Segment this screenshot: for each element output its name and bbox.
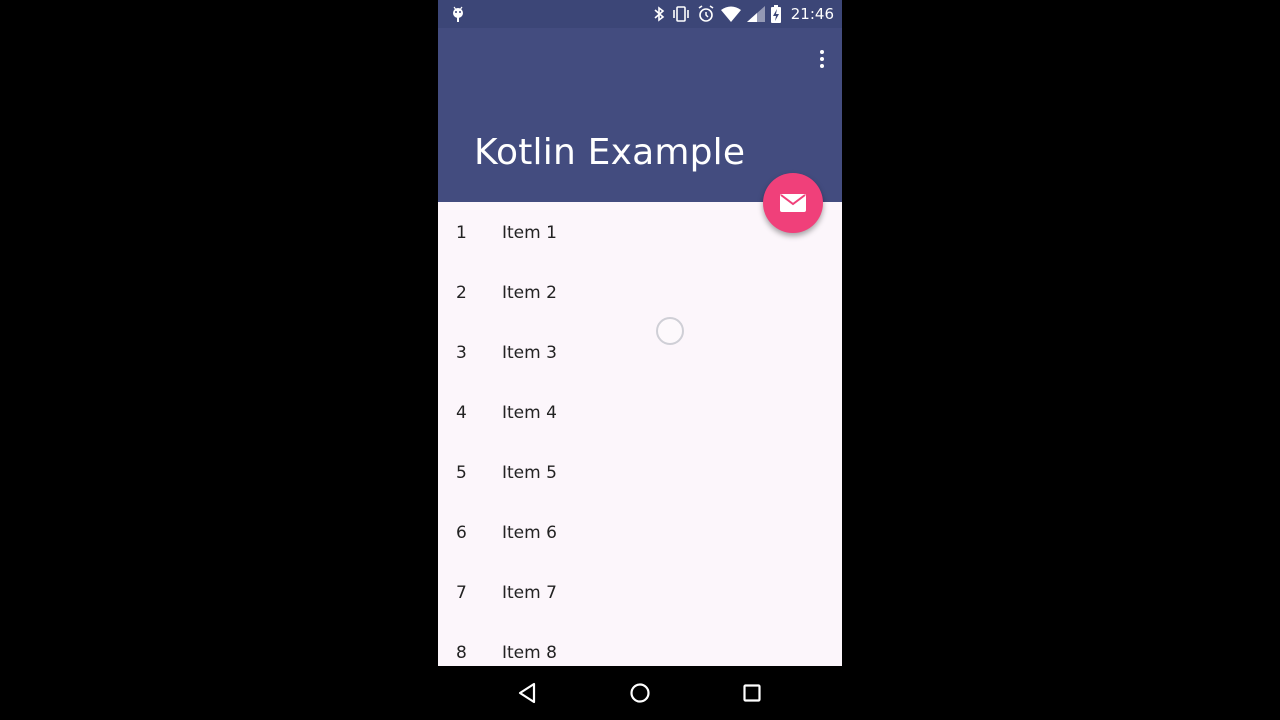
list-item[interactable]: 8 Item 8 [438, 622, 842, 666]
list-item-number: 7 [456, 583, 467, 603]
recents-button[interactable] [739, 680, 765, 706]
home-icon [630, 683, 650, 703]
recents-icon [743, 684, 761, 702]
list-item-label: Item 2 [502, 283, 557, 303]
list-item-number: 8 [456, 643, 467, 663]
vibrate-icon [672, 6, 689, 22]
list-item[interactable]: 6 Item 6 [438, 502, 842, 562]
list-item[interactable]: 3 Item 3 [438, 322, 842, 382]
alarm-icon [698, 5, 714, 22]
status-icons: 21:46 [653, 0, 834, 28]
email-icon [780, 194, 806, 212]
list-item[interactable]: 2 Item 2 [438, 262, 842, 322]
list-item[interactable]: 4 Item 4 [438, 382, 842, 442]
email-fab-button[interactable] [763, 173, 823, 233]
list-item-number: 1 [456, 223, 467, 243]
list-item-label: Item 5 [502, 463, 557, 483]
phone-screen: 21:46 Kotlin Example 1 Item 1 2 Item 2 3… [438, 0, 842, 720]
more-vert-icon[interactable] [816, 50, 828, 72]
back-button[interactable] [515, 680, 541, 706]
bluetooth-icon [654, 6, 665, 22]
list-item[interactable]: 5 Item 5 [438, 442, 842, 502]
list-item-number: 2 [456, 283, 467, 303]
touch-indicator [656, 317, 684, 345]
list-item-label: Item 3 [502, 343, 557, 363]
list-item-label: Item 1 [502, 223, 557, 243]
list-item-label: Item 8 [502, 643, 557, 663]
system-nav-bar [438, 666, 842, 720]
list-item[interactable]: 7 Item 7 [438, 562, 842, 622]
list-item-number: 4 [456, 403, 467, 423]
status-bar: 21:46 [438, 0, 842, 28]
cell-signal-icon [746, 6, 765, 22]
page-title: Kotlin Example [474, 132, 746, 173]
item-list[interactable]: 1 Item 1 2 Item 2 3 Item 3 4 Item 4 5 It… [438, 202, 842, 666]
list-item-number: 3 [456, 343, 467, 363]
list-item-label: Item 7 [502, 583, 557, 603]
android-debug-icon [453, 6, 463, 22]
list-item-number: 6 [456, 523, 467, 543]
list-item-number: 5 [456, 463, 467, 483]
home-button[interactable] [627, 680, 653, 706]
battery-charging-icon [770, 5, 781, 23]
wifi-icon [720, 6, 741, 22]
list-item-label: Item 6 [502, 523, 557, 543]
back-icon [518, 682, 536, 704]
status-clock: 21:46 [790, 5, 834, 23]
list-item-label: Item 4 [502, 403, 557, 423]
